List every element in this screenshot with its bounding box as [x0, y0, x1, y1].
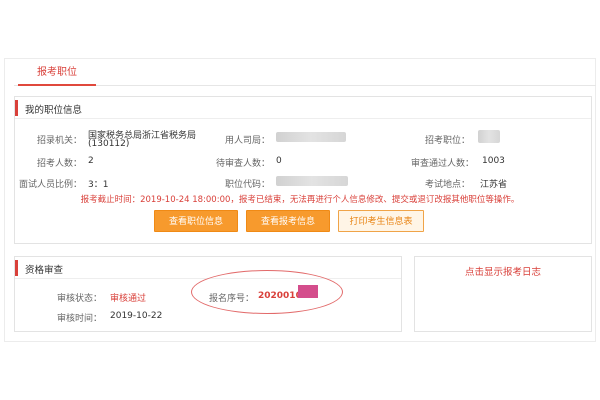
employer-label: 用人司局： — [224, 136, 270, 146]
annotation-circle — [191, 270, 343, 314]
review-status-value: 审核通过 — [110, 294, 147, 304]
approved-count-label: 审查通过人数： — [410, 159, 474, 169]
qualification-title: 资格审查 — [25, 265, 64, 276]
approved-count-value: 1003 — [482, 156, 505, 166]
exam-location-value: 江苏省 — [480, 180, 508, 190]
qualification-header: 资格审查 — [15, 257, 401, 279]
section-accent-bar — [15, 260, 18, 276]
position-info-header: 我的职位信息 — [15, 97, 591, 119]
view-position-button[interactable]: 查看职位信息 — [154, 210, 238, 232]
interview-ratio-value: 3：1 — [88, 180, 109, 190]
apply-position-value-redacted — [478, 130, 500, 143]
position-code-value-redacted — [276, 176, 348, 186]
agency-label: 招录机关： — [36, 136, 82, 146]
employer-value-redacted — [276, 132, 346, 142]
print-info-button[interactable]: 打印考生信息表 — [338, 210, 424, 232]
show-log-link[interactable]: 点击显示报考日志 — [415, 264, 591, 278]
recruit-count-value: 2 — [88, 156, 94, 166]
position-info-title: 我的职位信息 — [25, 105, 83, 116]
interview-ratio-label: 面试人员比例： — [18, 180, 82, 190]
pending-count-value: 0 — [276, 156, 282, 166]
section-accent-bar — [15, 100, 18, 116]
deadline-notice: 报考截止时间：2019-10-24 18:00:00，报考已结束，无法再进行个人… — [80, 195, 520, 205]
review-time-value: 2019-10-22 — [110, 311, 163, 321]
agency-value-line2: (130112) — [88, 139, 130, 149]
exam-location-label: 考试地点： — [424, 180, 470, 190]
log-panel: 点击显示报考日志 — [414, 256, 592, 332]
tab-bar: 报考职位 — [14, 60, 596, 86]
tab-apply-position[interactable]: 报考职位 — [18, 60, 96, 86]
review-time-label: 审核时间： — [56, 314, 102, 324]
apply-position-label: 招考职位： — [424, 136, 470, 146]
recruit-count-label: 招考人数： — [36, 159, 82, 169]
review-status-label: 审核状态： — [56, 294, 102, 304]
view-application-button[interactable]: 查看报考信息 — [246, 210, 330, 232]
pending-count-label: 待审查人数： — [215, 159, 270, 169]
position-code-label: 职位代码： — [224, 180, 270, 190]
